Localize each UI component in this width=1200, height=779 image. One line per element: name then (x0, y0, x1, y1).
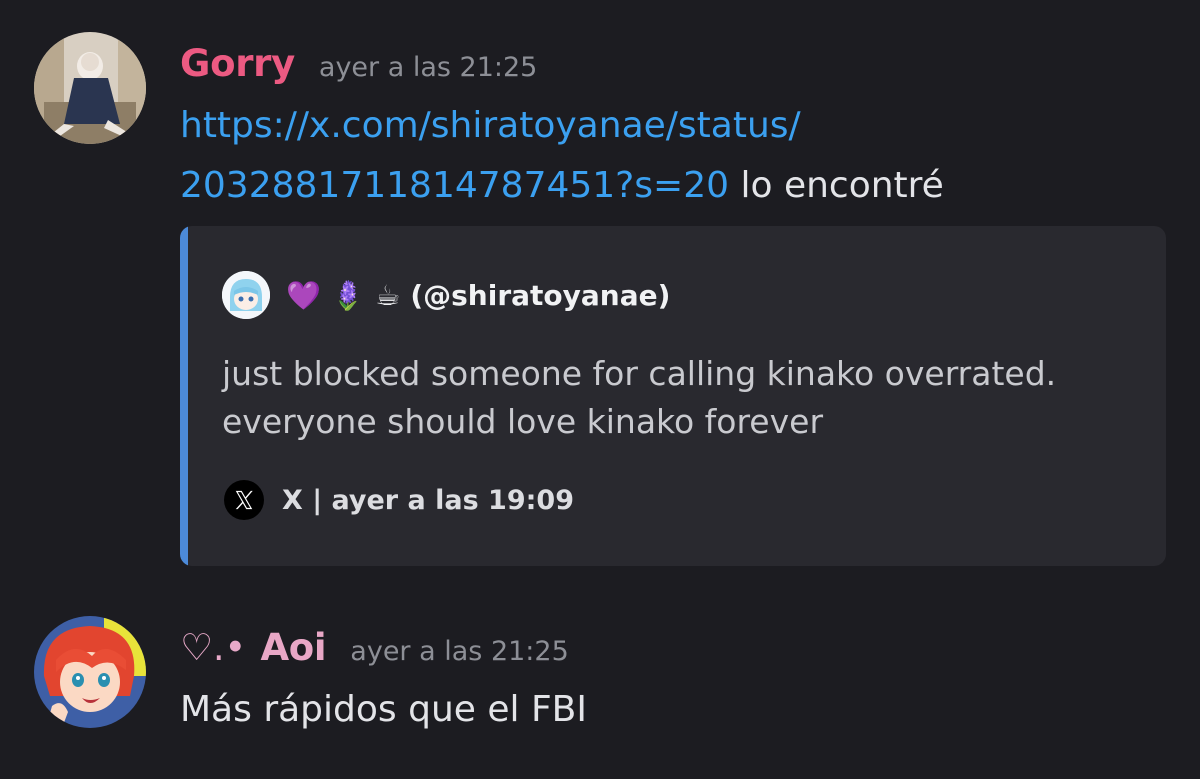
message-timestamp: ayer a las 21:25 (318, 52, 538, 83)
embed-author-avatar (222, 271, 270, 319)
link-embed-card: 💜 🪻 ☕ (@shiratoyanae) just blocked someo… (180, 226, 1166, 566)
username-decoration: ♡.• (180, 626, 246, 669)
chibi-avatar-icon (222, 271, 270, 319)
username-aoi[interactable]: ♡.• Aoi (180, 626, 327, 669)
embed-footer: X | ayer a las 19:09 (224, 478, 574, 522)
embed-author-emojis: 💜 🪻 ☕ (286, 278, 401, 312)
username-gorry[interactable]: Gorry (180, 42, 295, 85)
message-header-aoi: ♡.• Aoi ayer a las 21:25 (180, 626, 569, 669)
x-logo-icon (224, 480, 264, 520)
red-haired-anime-avatar-icon (34, 616, 146, 728)
message-timestamp: ayer a las 21:25 (350, 636, 569, 667)
message-header-gorry: Gorry ayer a las 21:25 (180, 42, 537, 85)
embed-accent-bar (180, 226, 188, 566)
embed-text-line-2: everyone should love kinako forever (222, 402, 824, 441)
embed-description: just blocked someone for calling kinako … (222, 350, 1056, 446)
embed-author[interactable]: 💜 🪻 ☕ (@shiratoyanae) (222, 270, 670, 320)
user-avatar-aoi[interactable] (34, 616, 146, 728)
message-text: lo encontré (729, 165, 944, 206)
message-text: Más rápidos que el FBI (180, 689, 587, 730)
embed-footer-text: X | ayer a las 19:09 (282, 484, 575, 516)
message-content-gorry: https://x.com/shiratoyanae/status/ 20328… (180, 96, 944, 216)
message-content-aoi: Más rápidos que el FBI (180, 680, 587, 740)
user-avatar-gorry[interactable] (34, 32, 146, 144)
tweet-link-continued[interactable]: 2032881711814787451?s=20 (180, 165, 729, 206)
tweet-link[interactable]: https://x.com/shiratoyanae/status/ (180, 105, 801, 146)
embed-text-line-1: just blocked someone for calling kinako … (222, 354, 1057, 393)
embed-author-handle[interactable]: (@shiratoyanae) (410, 279, 670, 312)
username-aoi-text: Aoi (260, 626, 327, 669)
anime-character-avatar-icon (34, 32, 146, 144)
message-line-2: 2032881711814787451?s=20 lo encontré (180, 156, 944, 216)
message-line-1: https://x.com/shiratoyanae/status/ (180, 96, 944, 156)
